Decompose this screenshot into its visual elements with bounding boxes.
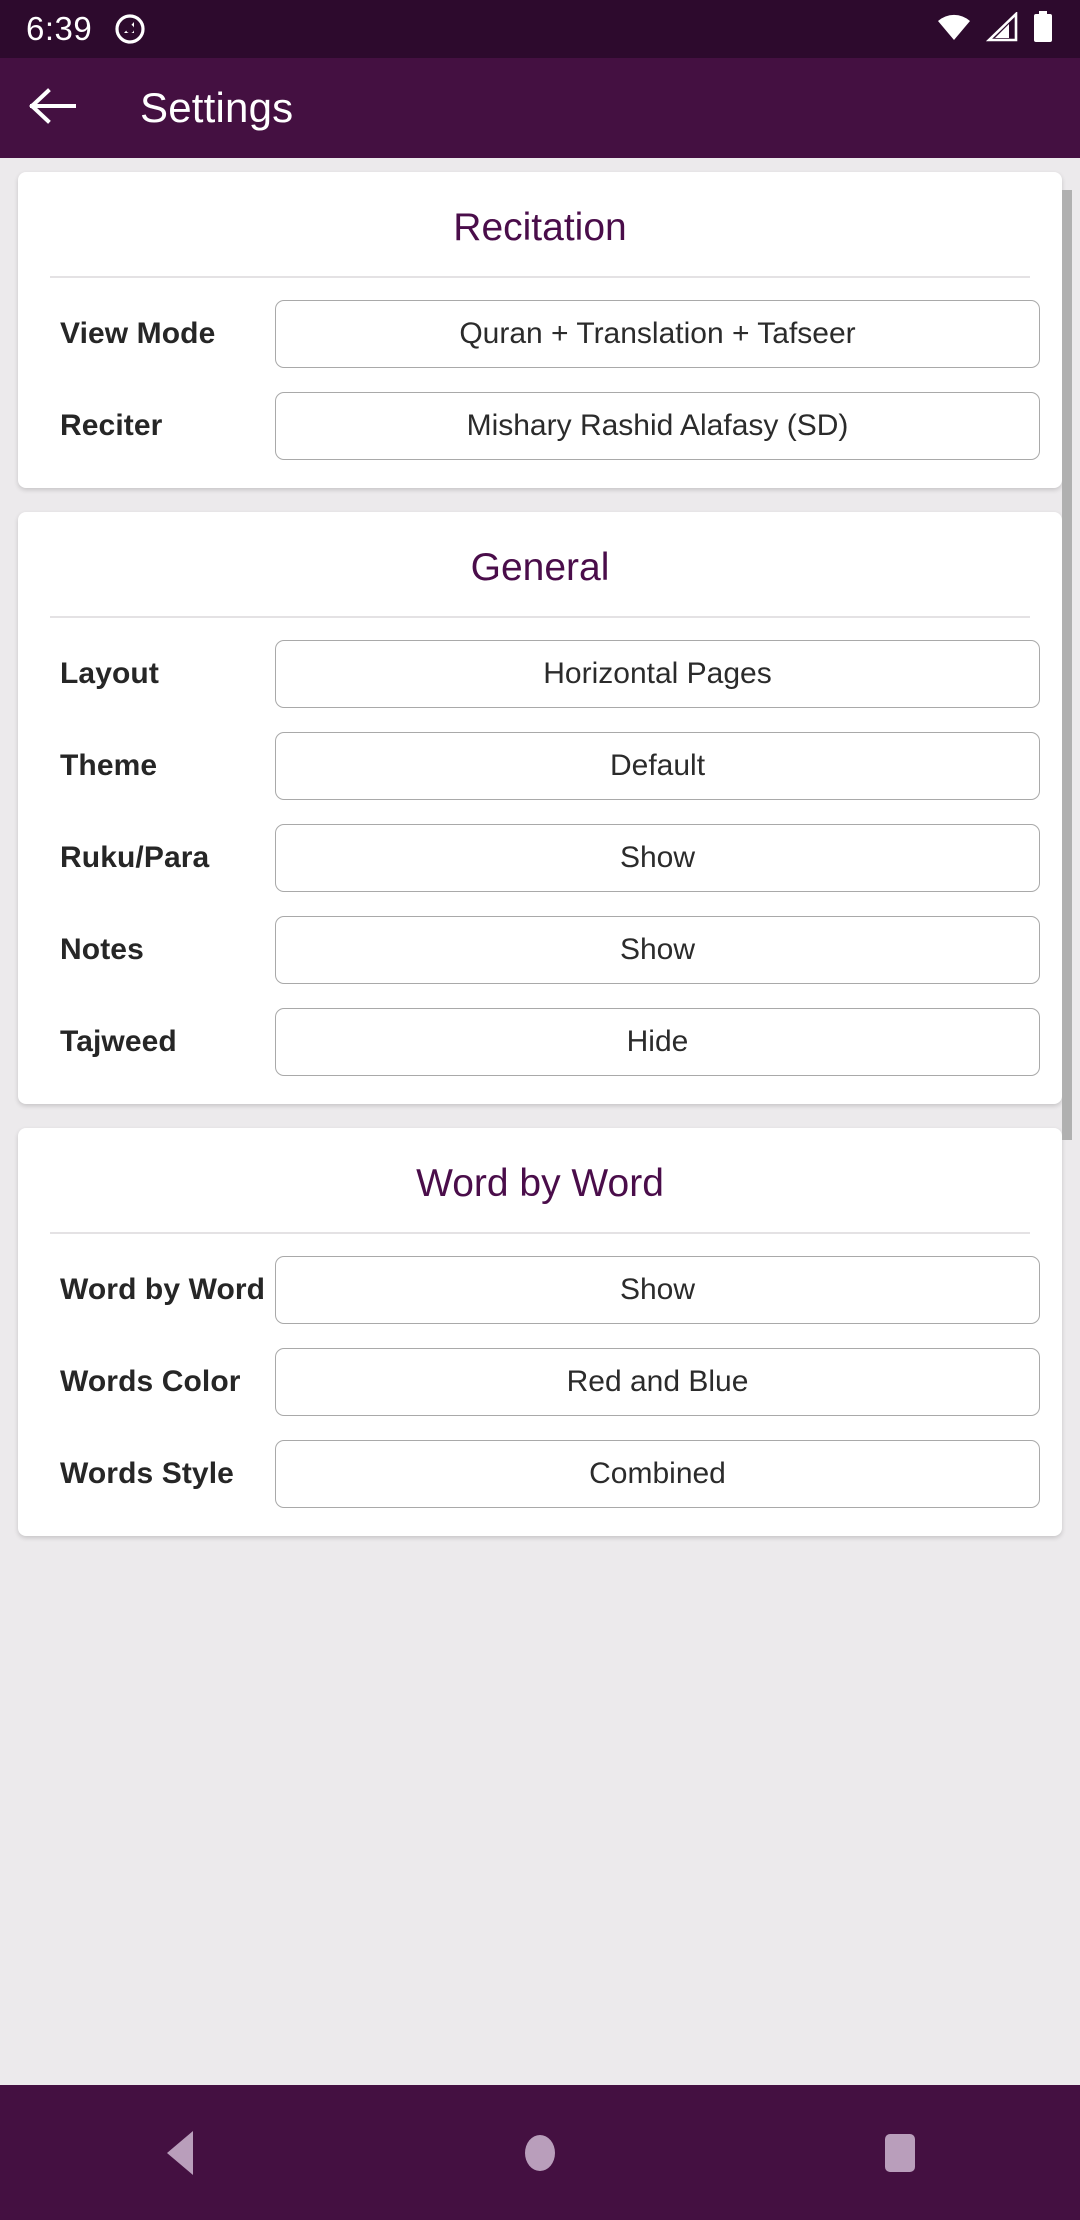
battery-icon xyxy=(1032,10,1054,48)
setting-row: View Mode Quran + Translation + Tafseer xyxy=(18,288,1062,380)
setting-label: Reciter xyxy=(60,409,163,442)
setting-value-button[interactable]: Combined xyxy=(275,1440,1040,1508)
back-button[interactable] xyxy=(0,58,104,158)
nav-home-button[interactable] xyxy=(450,2085,630,2220)
settings-scroll-container[interactable]: Recitation View Mode Quran + Translation… xyxy=(0,158,1080,2085)
setting-row: Theme Default xyxy=(18,720,1062,812)
setting-label: Layout xyxy=(60,657,159,690)
page-title: Settings xyxy=(140,84,294,131)
status-bar-left: 6:39 xyxy=(26,10,146,48)
setting-row: Tajweed Hide xyxy=(18,996,1062,1088)
setting-label: Theme xyxy=(60,749,158,782)
nav-recents-button[interactable] xyxy=(810,2085,990,2220)
status-bar-right xyxy=(936,10,1054,48)
app-notification-icon xyxy=(114,13,146,45)
setting-row: Notes Show xyxy=(18,904,1062,996)
arrow-left-icon xyxy=(26,86,78,131)
status-bar: 6:39 xyxy=(0,0,1080,58)
setting-label: Tajweed xyxy=(60,1025,177,1058)
setting-value-button[interactable]: Horizontal Pages xyxy=(275,640,1040,708)
back-triangle-icon xyxy=(167,2130,193,2175)
setting-label: Words Style xyxy=(60,1457,234,1490)
nav-back-button[interactable] xyxy=(90,2085,270,2220)
setting-row: Words Style Combined xyxy=(18,1428,1062,1520)
setting-row: Layout Horizontal Pages xyxy=(18,628,1062,720)
setting-label: View Mode xyxy=(60,317,216,350)
setting-value-button[interactable]: Mishary Rashid Alafasy (SD) xyxy=(275,392,1040,460)
setting-label: Ruku/Para xyxy=(60,841,210,874)
system-navigation-bar xyxy=(0,2085,1080,2220)
setting-row: Ruku/Para Show xyxy=(18,812,1062,904)
setting-value-button[interactable]: Hide xyxy=(275,1008,1040,1076)
setting-value-button[interactable]: Show xyxy=(275,1256,1040,1324)
wifi-icon xyxy=(936,12,972,47)
section-title: Word by Word xyxy=(416,1162,664,1205)
section-divider xyxy=(50,276,1030,278)
section-title: Recitation xyxy=(453,206,627,249)
section-card-recitation: Recitation View Mode Quran + Translation… xyxy=(18,172,1062,488)
setting-value-button[interactable]: Show xyxy=(275,916,1040,984)
section-card-general: General Layout Horizontal Pages Theme De… xyxy=(18,512,1062,1104)
section-divider xyxy=(50,616,1030,618)
setting-value-button[interactable]: Show xyxy=(275,824,1040,892)
setting-row: Words Color Red and Blue xyxy=(18,1336,1062,1428)
setting-label: Word by Word xyxy=(60,1273,266,1306)
section-divider xyxy=(50,1232,1030,1234)
status-clock: 6:39 xyxy=(26,10,93,47)
setting-value-button[interactable]: Quran + Translation + Tafseer xyxy=(275,300,1040,368)
setting-label: Words Color xyxy=(60,1365,241,1398)
home-circle-icon xyxy=(525,2134,555,2171)
phone-screen: 6:39 Settings Recitation View Mode Quran… xyxy=(0,0,1080,2220)
setting-row: Reciter Mishary Rashid Alafasy (SD) xyxy=(18,380,1062,472)
recents-square-icon xyxy=(885,2133,915,2172)
setting-row: Word by Word Show xyxy=(18,1244,1062,1336)
section-title: General xyxy=(470,546,610,589)
setting-label: Notes xyxy=(60,933,144,966)
app-bar: Settings xyxy=(0,58,1080,158)
cellular-signal-icon xyxy=(985,10,1018,47)
setting-value-button[interactable]: Red and Blue xyxy=(275,1348,1040,1416)
setting-value-button[interactable]: Default xyxy=(275,732,1040,800)
section-card-word-by-word: Word by Word Word by Word Show Words Col… xyxy=(18,1128,1062,1536)
